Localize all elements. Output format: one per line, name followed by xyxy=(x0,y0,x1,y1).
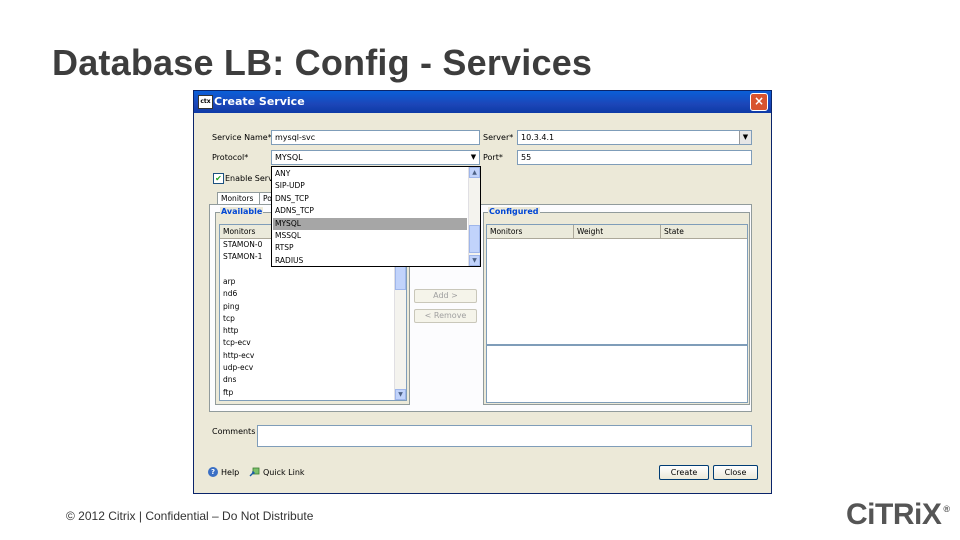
configured-col-state[interactable]: State xyxy=(661,225,747,239)
scroll-thumb[interactable] xyxy=(395,265,406,290)
enable-service-checkbox[interactable]: ✔ xyxy=(213,173,224,184)
list-item[interactable]: http xyxy=(220,325,238,337)
available-title: Available xyxy=(220,207,264,216)
list-item[interactable]: ftp xyxy=(220,387,233,399)
protocol-option[interactable]: ADNS_TCP xyxy=(273,205,467,217)
service-name-input[interactable]: mysql-svc xyxy=(271,130,480,145)
protocol-select[interactable]: MYSQL ▼ xyxy=(271,150,480,165)
chevron-down-icon[interactable]: ▼ xyxy=(468,151,479,164)
dialog-title: Create Service xyxy=(214,95,305,108)
create-service-dialog: ctx Create Service × Service Name* mysql… xyxy=(193,90,772,494)
remove-button[interactable]: < Remove xyxy=(414,309,477,323)
list-item[interactable]: tcps xyxy=(220,399,239,401)
scroll-thumb[interactable] xyxy=(469,225,480,253)
protocol-option-selected[interactable]: MYSQL xyxy=(273,217,467,230)
server-label: Server* xyxy=(483,133,514,142)
slide-title: Database LB: Config - Services xyxy=(52,42,593,83)
list-item[interactable]: dns xyxy=(220,374,236,386)
dropdown-scrollbar[interactable]: ▲ ▼ xyxy=(468,167,480,266)
help-link[interactable]: Help xyxy=(221,468,239,477)
protocol-label: Protocol* xyxy=(212,153,249,162)
protocol-option[interactable]: SIP-UDP xyxy=(273,180,467,192)
protocol-option[interactable]: ANY xyxy=(273,168,467,180)
close-button[interactable]: Close xyxy=(713,465,758,480)
configured-col-monitors[interactable]: Monitors xyxy=(487,225,574,239)
quick-link-icon[interactable] xyxy=(249,467,260,477)
protocol-option[interactable]: RTSP xyxy=(273,242,467,254)
comments-label: Comments xyxy=(212,427,256,436)
configured-list[interactable]: Monitors Weight State xyxy=(486,224,748,345)
citrix-logo: CiTRiX ® xyxy=(846,498,950,532)
registered-mark: ® xyxy=(943,504,950,514)
configured-detail-area xyxy=(486,345,748,403)
protocol-value: MYSQL xyxy=(275,153,303,162)
help-icon[interactable]: ? xyxy=(208,467,218,477)
server-combobox[interactable]: 10.3.4.1 ▼ xyxy=(517,130,752,145)
list-item[interactable]: udp-ecv xyxy=(220,362,253,374)
protocol-option[interactable]: MSSQL xyxy=(273,230,467,242)
scroll-down-icon[interactable]: ▼ xyxy=(395,389,406,400)
list-item[interactable]: http-ecv xyxy=(220,350,254,362)
configured-panel: Configured Monitors Weight State xyxy=(483,207,750,405)
available-column-header: Monitors xyxy=(223,227,256,236)
protocol-option[interactable]: RADIUS xyxy=(273,255,467,267)
port-input[interactable]: 55 xyxy=(517,150,752,165)
list-item[interactable]: STAMON-1 xyxy=(220,251,262,263)
list-item[interactable]: tcp-ecv xyxy=(220,337,251,349)
protocol-dropdown-list[interactable]: ANY SIP-UDP DNS_TCP ADNS_TCP MYSQL MSSQL… xyxy=(271,166,481,267)
scroll-up-icon[interactable]: ▲ xyxy=(469,167,480,178)
configured-title: Configured xyxy=(488,207,540,216)
citrix-app-icon: ctx xyxy=(198,95,213,109)
list-item[interactable]: ping xyxy=(220,301,239,313)
scroll-down-icon[interactable]: ▼ xyxy=(469,255,480,266)
add-button[interactable]: Add > xyxy=(414,289,477,303)
enable-service-label: Enable Servi xyxy=(225,174,276,183)
configured-header: Monitors Weight State xyxy=(487,225,747,239)
quick-link[interactable]: Quick Link xyxy=(263,468,305,477)
comments-input[interactable] xyxy=(257,425,752,447)
list-item[interactable]: STAMON-0 xyxy=(220,239,262,251)
footer-copyright: © 2012 Citrix | Confidential – Do Not Di… xyxy=(66,509,314,523)
list-item[interactable]: arp xyxy=(220,276,235,288)
list-item[interactable]: tcp xyxy=(220,313,235,325)
list-item[interactable]: nd6 xyxy=(220,288,237,300)
protocol-option[interactable]: DNS_TCP xyxy=(273,193,467,205)
server-value: 10.3.4.1 xyxy=(521,133,555,142)
dialog-titlebar[interactable]: ctx Create Service × xyxy=(194,91,771,113)
citrix-logo-text: CiTRiX xyxy=(846,498,942,531)
service-name-label: Service Name* xyxy=(212,133,272,142)
close-icon[interactable]: × xyxy=(750,93,768,111)
port-label: Port* xyxy=(483,153,503,162)
configured-col-weight[interactable]: Weight xyxy=(574,225,661,239)
list-item[interactable] xyxy=(220,264,223,276)
chevron-down-icon[interactable]: ▼ xyxy=(739,131,751,144)
create-button[interactable]: Create xyxy=(659,465,709,480)
